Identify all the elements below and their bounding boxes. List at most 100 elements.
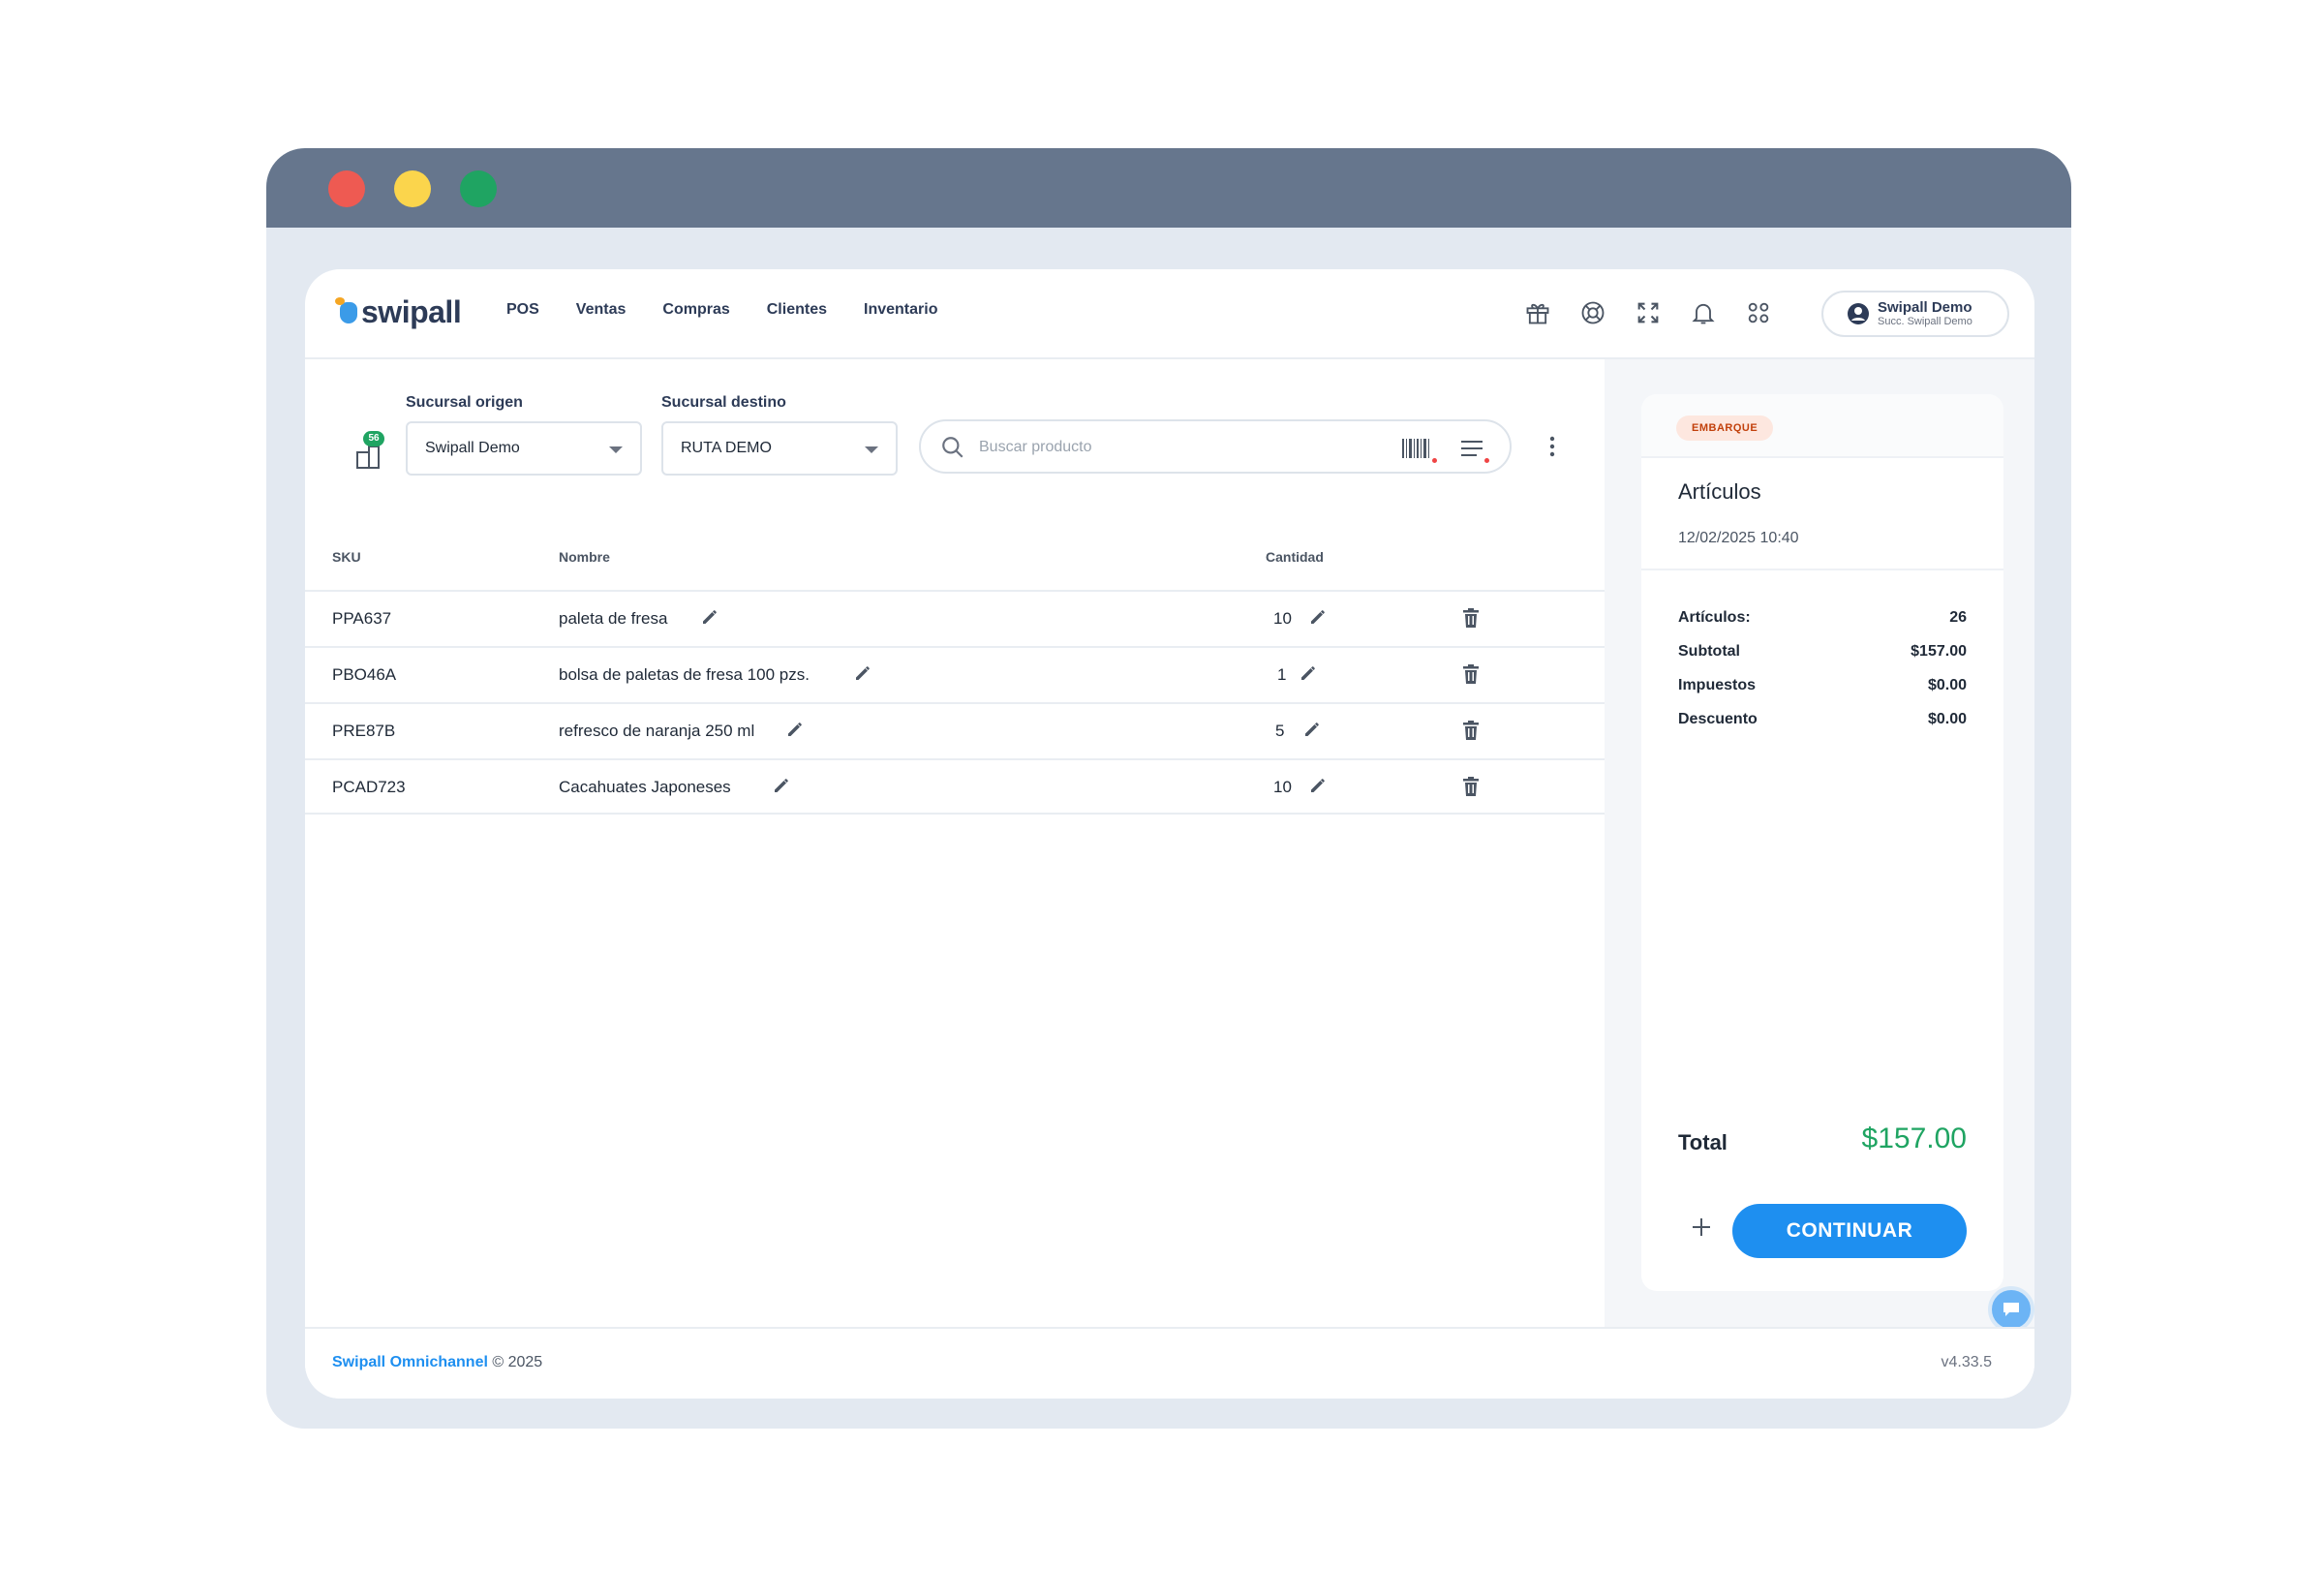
summary-line-value: $157.00 — [1911, 643, 1967, 660]
col-name: Nombre — [559, 549, 610, 565]
fullscreen-icon[interactable] — [1634, 298, 1663, 327]
chat-button[interactable] — [1988, 1286, 2034, 1333]
close-window-button[interactable] — [328, 170, 365, 207]
nav-inventario[interactable]: Inventario — [864, 301, 937, 319]
list-filter-icon[interactable] — [1459, 437, 1488, 460]
transfer-main-panel: 56 Sucursal origen Swipall Demo Sucursal… — [305, 359, 1605, 1327]
apps-icon[interactable] — [1744, 298, 1773, 327]
user-menu[interactable]: Swipall Demo Succ. Swipall Demo — [1821, 291, 2009, 337]
summary-line-value: $0.00 — [1927, 677, 1967, 693]
origin-label: Sucursal origen — [406, 394, 523, 411]
app-version: v4.33.5 — [1941, 1354, 1992, 1370]
destination-select[interactable]: RUTA DEMO — [661, 421, 898, 476]
delete-row-icon[interactable] — [1461, 720, 1481, 741]
window-titlebar — [266, 148, 2071, 228]
top-navbar: swipall POS Ventas Compras Clientes Inve… — [305, 269, 2034, 359]
chevron-down-icon — [865, 446, 878, 453]
add-icon[interactable] — [1690, 1215, 1713, 1239]
chevron-down-icon — [609, 446, 623, 453]
summary-sidebar: EMBARQUE Artículos 12/02/2025 10:40 Artí… — [1605, 359, 2034, 1327]
footer-year: © 2025 — [487, 1354, 543, 1370]
table-header: SKU Nombre Cantidad — [305, 549, 1605, 576]
more-options-icon[interactable] — [1548, 435, 1556, 458]
edit-name-icon[interactable] — [785, 720, 805, 739]
minimize-window-button[interactable] — [394, 170, 431, 207]
origin-select[interactable]: Swipall Demo — [406, 421, 642, 476]
total-label: Total — [1678, 1130, 1728, 1154]
summary-line-taxes: Impuestos $0.00 — [1678, 677, 1967, 698]
row-name: refresco de naranja 250 ml — [559, 722, 755, 740]
nav-clientes[interactable]: Clientes — [767, 301, 827, 319]
row-sku: PBO46A — [332, 665, 397, 684]
col-qty: Cantidad — [1266, 549, 1324, 565]
help-icon[interactable] — [1578, 298, 1607, 327]
summary-card: EMBARQUE Artículos 12/02/2025 10:40 Artí… — [1641, 394, 2003, 1291]
barcode-scan-icon[interactable] — [1401, 437, 1434, 460]
gift-icon[interactable] — [1523, 298, 1552, 327]
total-value: $157.00 — [1861, 1123, 1967, 1154]
table-row[interactable]: PRE87B refresco de naranja 250 ml 5 — [305, 702, 1605, 758]
row-qty: 10 — [1273, 778, 1292, 796]
summary-date: 12/02/2025 10:40 — [1678, 530, 1799, 546]
edit-name-icon[interactable] — [700, 607, 719, 627]
bell-icon[interactable] — [1689, 298, 1718, 327]
row-name: Cacahuates Japoneses — [559, 778, 731, 796]
app-footer: Swipall Omnichannel © 2025 v4.33.5 — [305, 1327, 2034, 1399]
destination-label: Sucursal destino — [661, 394, 786, 411]
summary-line-value: 26 — [1949, 609, 1967, 626]
items-count-badge: 56 — [363, 431, 384, 446]
footer-copyright: Swipall Omnichannel © 2025 — [332, 1354, 542, 1371]
edit-qty-icon[interactable] — [1308, 776, 1328, 795]
delete-row-icon[interactable] — [1461, 663, 1481, 685]
nav-pos[interactable]: POS — [506, 301, 539, 319]
browser-window: swipall POS Ventas Compras Clientes Inve… — [266, 148, 2071, 1429]
summary-line-label: Subtotal — [1678, 643, 1740, 660]
summary-card-header: EMBARQUE — [1641, 394, 2003, 458]
top-icon-group — [1523, 298, 1773, 327]
summary-line-label: Descuento — [1678, 711, 1758, 727]
edit-qty-icon[interactable] — [1299, 663, 1318, 683]
app-container: swipall POS Ventas Compras Clientes Inve… — [305, 269, 2034, 1399]
edit-qty-icon[interactable] — [1302, 720, 1322, 739]
user-avatar-icon — [1848, 303, 1869, 324]
user-info: Swipall Demo Succ. Swipall Demo — [1878, 300, 1972, 327]
logo-mark-icon — [335, 296, 357, 323]
edit-name-icon[interactable] — [853, 663, 872, 683]
user-name: Swipall Demo — [1878, 299, 1972, 316]
logo-text: swipall — [361, 294, 462, 329]
row-name: bolsa de paletas de fresa 100 pzs. — [559, 665, 810, 684]
row-qty: 5 — [1275, 722, 1285, 740]
nav-ventas[interactable]: Ventas — [576, 301, 627, 319]
product-search-input[interactable] — [979, 433, 1366, 462]
swipall-logo[interactable]: swipall — [335, 294, 462, 330]
footer-brand-link[interactable]: Swipall Omnichannel — [332, 1354, 488, 1370]
edit-qty-icon[interactable] — [1308, 607, 1328, 627]
table-row[interactable]: PCAD723 Cacahuates Japoneses 10 — [305, 758, 1605, 815]
table-row[interactable]: PBO46A bolsa de paletas de fresa 100 pzs… — [305, 646, 1605, 702]
destination-value: RUTA DEMO — [681, 440, 772, 456]
summary-title: Artículos — [1678, 479, 1761, 504]
col-sku: SKU — [332, 549, 361, 565]
edit-name-icon[interactable] — [772, 776, 791, 795]
table-row[interactable]: PPA637 paleta de fresa 10 — [305, 590, 1605, 646]
row-sku: PCAD723 — [332, 778, 406, 796]
divider — [1641, 569, 2003, 570]
delete-row-icon[interactable] — [1461, 776, 1481, 797]
summary-line-value: $0.00 — [1927, 711, 1967, 727]
nav-compras[interactable]: Compras — [662, 301, 729, 319]
search-icon — [942, 437, 963, 458]
summary-line-articles: Artículos: 26 — [1678, 609, 1967, 631]
continue-button[interactable]: CONTINUAR — [1732, 1204, 1967, 1258]
summary-line-discount: Descuento $0.00 — [1678, 711, 1967, 732]
product-search-box — [919, 419, 1512, 474]
list-status-dot — [1484, 458, 1489, 463]
main-nav: POS Ventas Compras Clientes Inventario — [506, 301, 974, 319]
maximize-window-button[interactable] — [460, 170, 497, 207]
delete-row-icon[interactable] — [1461, 607, 1481, 629]
origin-value: Swipall Demo — [425, 440, 520, 456]
chat-bubble-icon — [2003, 1303, 2019, 1316]
summary-line-label: Artículos: — [1678, 609, 1751, 626]
row-qty: 10 — [1273, 609, 1292, 628]
row-sku: PPA637 — [332, 609, 392, 628]
summary-line-subtotal: Subtotal $157.00 — [1678, 643, 1967, 664]
